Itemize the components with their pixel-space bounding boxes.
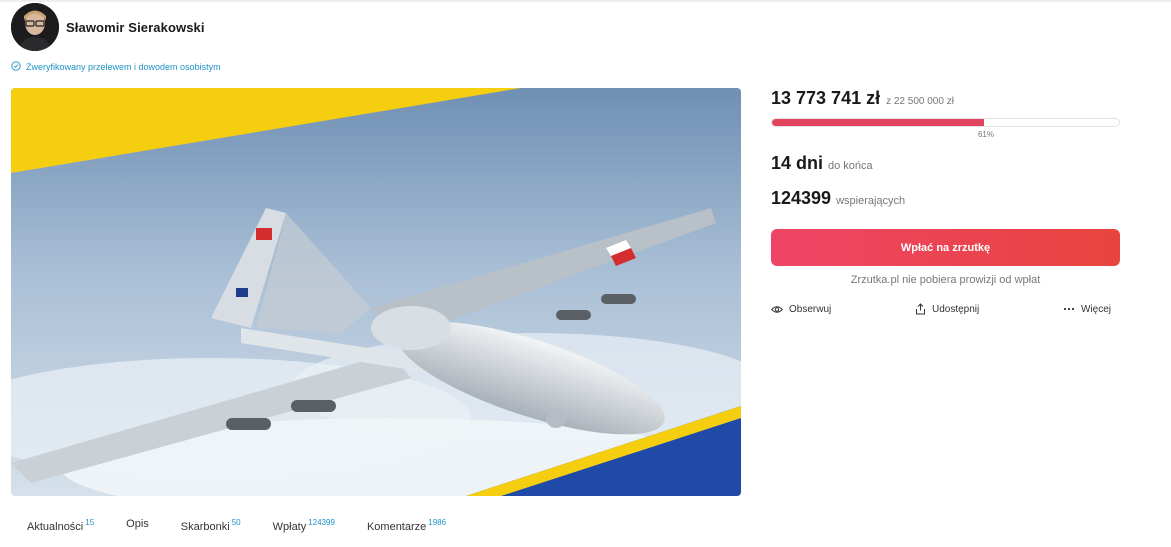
days-left: 14 dni do końca	[771, 153, 1120, 174]
tab-payments[interactable]: Wpłaty 124399	[273, 518, 335, 533]
tab-label: Aktualności	[27, 521, 84, 533]
supporters: 124399 wspierających	[771, 188, 1120, 209]
tab-piggybanks[interactable]: Skarbonki 50	[181, 518, 241, 533]
author-block: Sławomir Sierakowski	[11, 3, 205, 51]
author-name[interactable]: Sławomir Sierakowski	[66, 20, 205, 35]
top-divider	[0, 0, 1171, 2]
tab-label: Opis	[126, 518, 149, 530]
follow-button[interactable]: Obserwuj	[771, 304, 831, 315]
more-dots-icon	[1063, 307, 1075, 311]
tab-count: 15	[85, 518, 95, 527]
supporters-value: 124399	[771, 188, 832, 208]
days-value: 14 dni	[771, 153, 824, 173]
follow-label: Obserwuj	[789, 303, 832, 315]
share-button[interactable]: Udostępnij	[915, 303, 979, 315]
tab-count: 124399	[308, 518, 335, 527]
tab-comments[interactable]: Komentarze 1986	[367, 518, 446, 533]
more-button[interactable]: Więcej	[1063, 304, 1111, 315]
days-label: do końca	[828, 160, 873, 172]
campaign-tabs: Aktualności 15 Opis Skarbonki 50 Wpłaty 124…	[27, 518, 478, 533]
raised-amount: 13 773 741 zł	[771, 88, 881, 108]
check-circle-icon	[11, 58, 21, 76]
avatar[interactable]	[11, 3, 59, 51]
more-label: Więcej	[1080, 303, 1111, 315]
action-row: Obserwuj Udostępnij Więcej	[771, 303, 1111, 315]
share-icon	[915, 303, 925, 315]
tab-updates[interactable]: Aktualności 15	[27, 518, 94, 533]
progress-percent: 61%	[977, 130, 994, 139]
tab-count: 50	[231, 518, 241, 527]
goal-amount: z 22 500 000 zł	[886, 96, 954, 107]
verified-text: Zweryfikowany przelewem i dowodem osobis…	[26, 62, 221, 72]
campaign-image	[11, 88, 741, 496]
amount-row: 13 773 741 zł z 22 500 000 zł	[771, 88, 1120, 110]
campaign-panel: 13 773 741 zł z 22 500 000 zł 61% 14 dni…	[771, 88, 1120, 315]
verified-badge: Zweryfikowany przelewem i dowodem osobis…	[11, 58, 221, 76]
tab-description[interactable]: Opis	[126, 518, 149, 530]
supporters-label: wspierających	[836, 195, 906, 207]
eye-icon	[771, 305, 783, 313]
tab-count: 1986	[428, 518, 447, 527]
tab-label: Wpłaty	[272, 521, 307, 533]
progress-fill	[772, 119, 984, 126]
tab-label: Skarbonki	[180, 521, 230, 533]
progress-bar	[771, 118, 1120, 127]
share-label: Udostępnij	[931, 303, 980, 315]
tab-label: Komentarze	[366, 521, 427, 533]
donate-button[interactable]: Wpłać na zrzutkę	[771, 229, 1120, 266]
no-fee-note: Zrzutka.pl nie pobiera prowizji od wpłat	[850, 274, 1041, 286]
